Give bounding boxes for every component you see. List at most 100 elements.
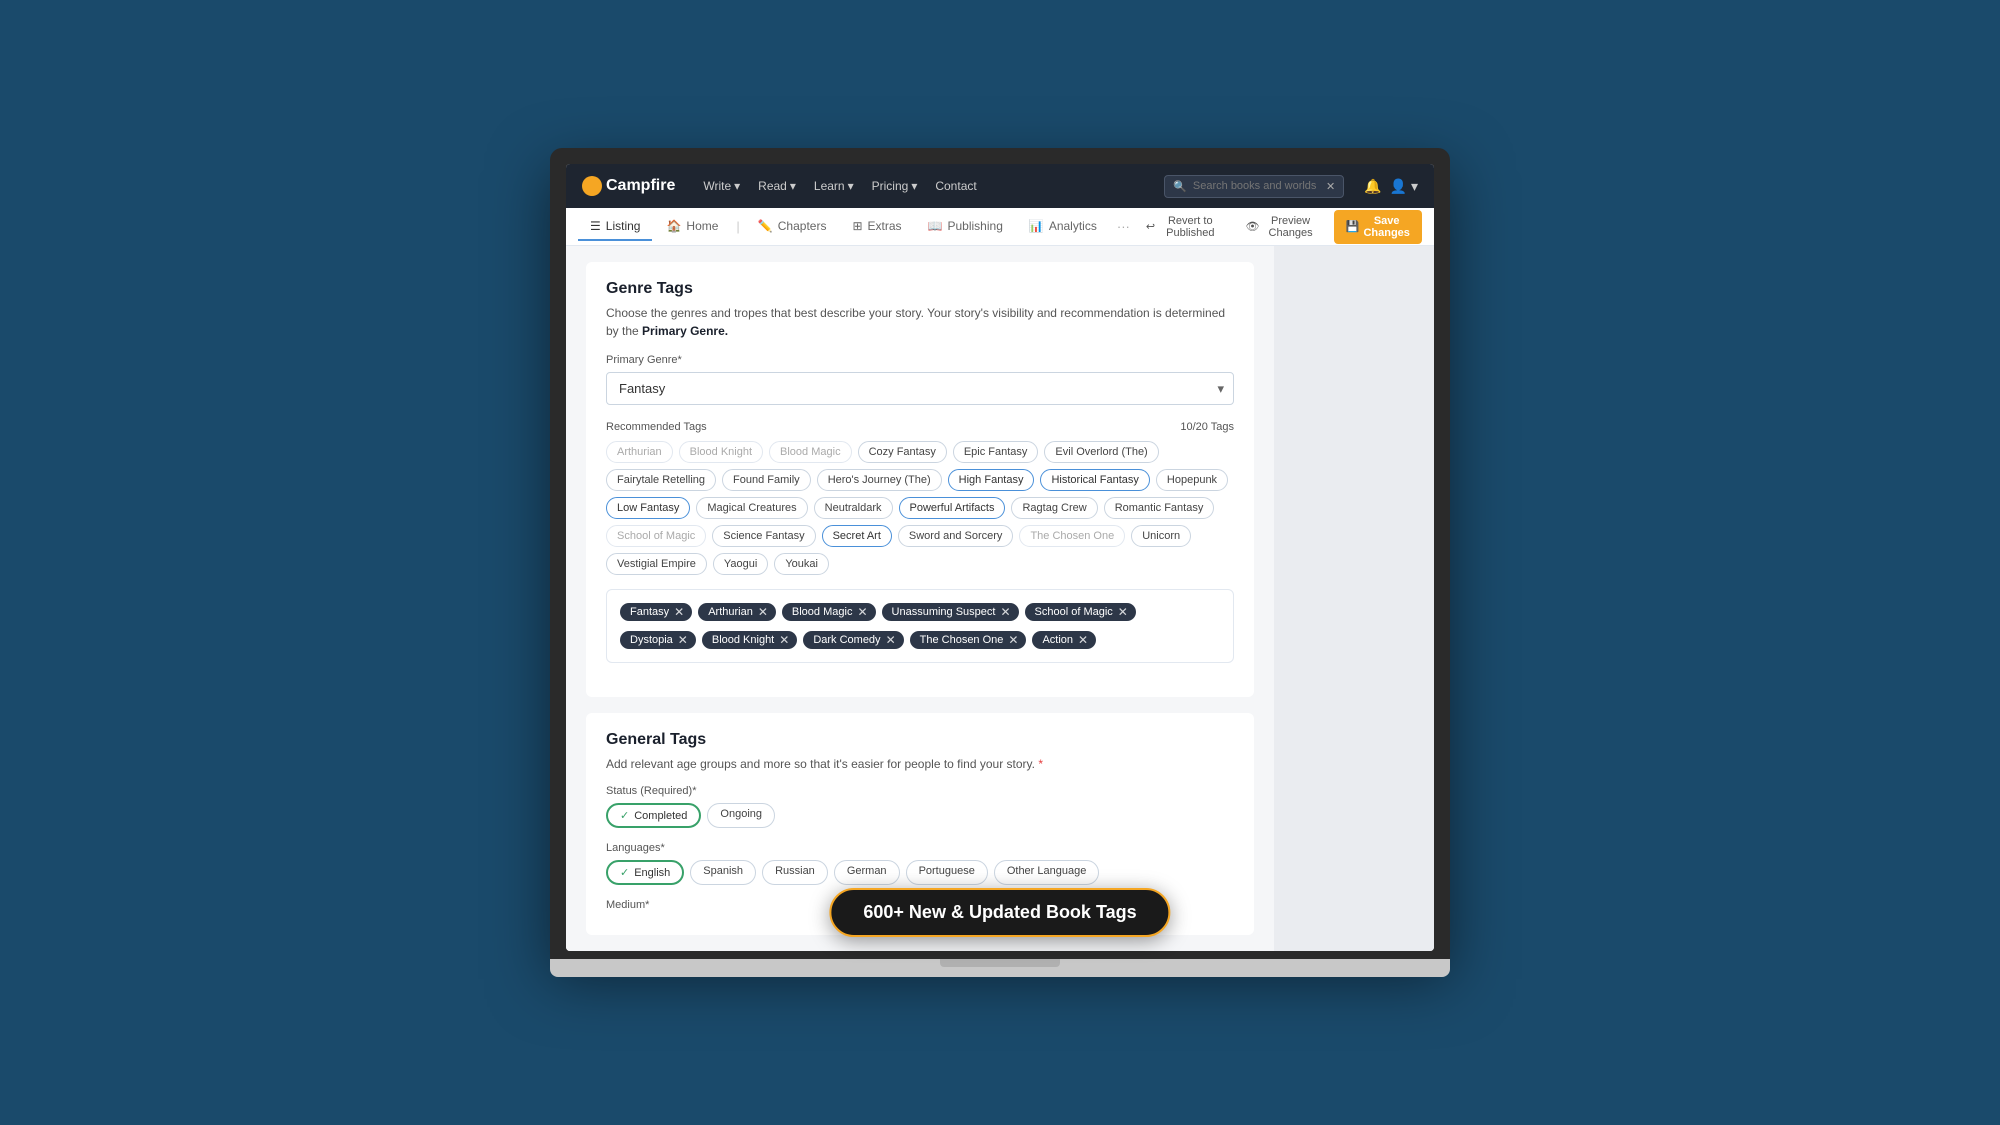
selected-tag[interactable]: School of Magic ✕	[1025, 603, 1136, 621]
tag-pill[interactable]: Unicorn	[1131, 525, 1191, 547]
more-tabs-button[interactable]: ···	[1111, 219, 1136, 234]
status-option[interactable]: Completed	[606, 803, 701, 828]
language-option[interactable]: Russian	[762, 860, 828, 885]
search-input[interactable]	[1193, 180, 1320, 192]
selected-tag[interactable]: Dystopia ✕	[620, 631, 696, 649]
tag-pill[interactable]: Romantic Fantasy	[1104, 497, 1215, 519]
nav-contact[interactable]: Contact	[927, 175, 984, 197]
tag-pill[interactable]: Blood Magic	[769, 441, 852, 463]
nav-read[interactable]: Read ▾	[750, 175, 804, 197]
eye-icon: 👁	[1246, 220, 1260, 233]
tag-pill[interactable]: Hopepunk	[1156, 469, 1228, 491]
tab-home[interactable]: 🏠 Home	[654, 213, 730, 241]
remove-tag-icon[interactable]: ✕	[674, 606, 684, 618]
tag-pill[interactable]: Historical Fantasy	[1040, 469, 1149, 491]
selected-tag[interactable]: Dark Comedy ✕	[803, 631, 903, 649]
remove-tag-icon[interactable]: ✕	[1008, 634, 1018, 646]
tag-pill[interactable]: School of Magic	[606, 525, 706, 547]
tag-pill[interactable]: Fairytale Retelling	[606, 469, 716, 491]
preview-button[interactable]: 👁 Preview Changes	[1238, 211, 1326, 243]
status-label: Status (Required)*	[606, 785, 1234, 797]
revert-button[interactable]: ↩ Revert to Published	[1138, 211, 1230, 243]
right-sidebar	[1274, 246, 1434, 951]
tag-pill[interactable]: Science Fantasy	[712, 525, 815, 547]
tab-listing[interactable]: ☰ Listing	[578, 213, 652, 241]
remove-tag-icon[interactable]: ✕	[857, 606, 867, 618]
tag-pill[interactable]: Low Fantasy	[606, 497, 690, 519]
tag-pill[interactable]: Cozy Fantasy	[858, 441, 947, 463]
tag-pill[interactable]: Hero's Journey (The)	[817, 469, 942, 491]
tag-pill[interactable]: Blood Knight	[679, 441, 763, 463]
selected-tag[interactable]: Arthurian ✕	[698, 603, 776, 621]
status-option[interactable]: Ongoing	[707, 803, 775, 828]
remove-tag-icon[interactable]: ✕	[1000, 606, 1010, 618]
remove-tag-icon[interactable]: ✕	[758, 606, 768, 618]
nav-learn[interactable]: Learn ▾	[806, 175, 862, 197]
search-bar[interactable]: 🔍 ✕	[1164, 175, 1344, 198]
tag-pill[interactable]: Magical Creatures	[696, 497, 807, 519]
selected-tag[interactable]: Unassuming Suspect ✕	[882, 603, 1019, 621]
notifications-icon[interactable]: 🔔	[1364, 178, 1381, 195]
selected-tag[interactable]: Action ✕	[1032, 631, 1096, 649]
tag-pill[interactable]: Youkai	[774, 553, 829, 575]
remove-tag-icon[interactable]: ✕	[779, 634, 789, 646]
tab-extras[interactable]: ⊞ Extras	[840, 213, 913, 241]
nav-pricing[interactable]: Pricing ▾	[864, 175, 926, 197]
save-button[interactable]: 💾 Save Changes	[1334, 210, 1422, 244]
chevron-down-icon: ▾	[911, 179, 917, 193]
tag-pill[interactable]: Sword and Sorcery	[898, 525, 1014, 547]
tag-pill[interactable]: Powerful Artifacts	[899, 497, 1006, 519]
tag-pill[interactable]: High Fantasy	[948, 469, 1035, 491]
search-icon: 🔍	[1173, 180, 1187, 193]
tag-pill[interactable]: The Chosen One	[1019, 525, 1125, 547]
language-option[interactable]: English	[606, 860, 684, 885]
selected-tag[interactable]: Blood Magic ✕	[782, 603, 876, 621]
selected-tag[interactable]: Blood Knight ✕	[702, 631, 797, 649]
tab-analytics[interactable]: 📊 Analytics	[1017, 213, 1109, 241]
tab-chapters[interactable]: ✏️ Chapters	[746, 213, 839, 241]
tag-pill[interactable]: Neutraldark	[814, 497, 893, 519]
selected-tag[interactable]: Fantasy ✕	[620, 603, 692, 621]
genre-tags-desc: Choose the genres and tropes that best d…	[606, 304, 1234, 340]
tag-pill[interactable]: Arthurian	[606, 441, 673, 463]
tag-pill[interactable]: Secret Art	[822, 525, 892, 547]
logo-text: Campfire	[606, 177, 675, 195]
language-option[interactable]: Spanish	[690, 860, 756, 885]
genre-tags-section: Genre Tags Choose the genres and tropes …	[586, 262, 1254, 697]
laptop-base	[550, 959, 1450, 977]
save-icon: 💾	[1346, 220, 1360, 233]
primary-genre-label: Primary Genre*	[606, 354, 1234, 366]
general-tags-title: General Tags	[606, 731, 1234, 749]
book-icon: 📖	[928, 219, 943, 233]
nav-write[interactable]: Write ▾	[695, 175, 748, 197]
genre-tags-title: Genre Tags	[606, 280, 1234, 298]
logo[interactable]: Campfire	[582, 176, 675, 196]
tab-publishing[interactable]: 📖 Publishing	[916, 213, 1015, 241]
primary-genre-select-wrapper: Fantasy ▾	[606, 372, 1234, 405]
nav-links: Write ▾ Read ▾ Learn ▾	[695, 175, 984, 197]
chart-icon: 📊	[1029, 219, 1044, 233]
navbar: Campfire Write ▾ Read ▾	[566, 164, 1434, 208]
remove-tag-icon[interactable]: ✕	[678, 634, 688, 646]
language-option[interactable]: German	[834, 860, 900, 885]
remove-tag-icon[interactable]: ✕	[1118, 606, 1128, 618]
recommended-tags-cloud: Arthurian Blood Knight Blood Magic Cozy Fan…	[606, 441, 1234, 575]
tag-pill[interactable]: Yaogui	[713, 553, 768, 575]
remove-tag-icon[interactable]: ✕	[886, 634, 896, 646]
clear-search-icon[interactable]: ✕	[1326, 180, 1335, 193]
tag-pill[interactable]: Epic Fantasy	[953, 441, 1039, 463]
language-option[interactable]: Other Language	[994, 860, 1100, 885]
tag-pill[interactable]: Ragtag Crew	[1011, 497, 1097, 519]
tag-pill[interactable]: Vestigial Empire	[606, 553, 707, 575]
tag-pill[interactable]: Evil Overlord (The)	[1044, 441, 1158, 463]
primary-genre-select[interactable]: Fantasy	[606, 372, 1234, 405]
tag-pill[interactable]: Found Family	[722, 469, 811, 491]
selected-tag[interactable]: The Chosen One ✕	[910, 631, 1027, 649]
user-menu-icon[interactable]: 👤 ▾	[1390, 178, 1418, 195]
recommended-tags-label: Recommended Tags	[606, 421, 707, 433]
general-tags-desc: Add relevant age groups and more so that…	[606, 755, 1234, 773]
pencil-icon: ✏️	[758, 219, 773, 233]
recommended-tags-header: Recommended Tags 10/20 Tags	[606, 421, 1234, 433]
language-option[interactable]: Portuguese	[906, 860, 988, 885]
remove-tag-icon[interactable]: ✕	[1078, 634, 1088, 646]
